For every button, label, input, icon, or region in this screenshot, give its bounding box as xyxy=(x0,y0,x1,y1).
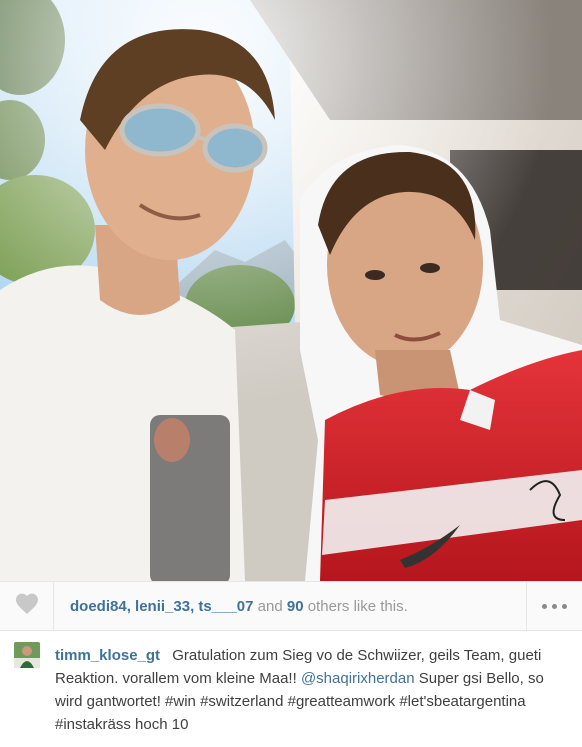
others-text: others like this. xyxy=(307,598,408,615)
liker-link[interactable]: doedi84 xyxy=(70,598,127,615)
liker-link[interactable]: lenii_33 xyxy=(135,598,190,615)
likes-bar: doedi84, lenii_33, ts___07 and 90 others… xyxy=(0,581,582,631)
likes-and-text: and xyxy=(257,598,283,615)
caption-text: timm_klose_gt Gratulation zum Sieg vo de… xyxy=(55,644,565,736)
likes-summary: doedi84, lenii_33, ts___07 and 90 others… xyxy=(70,598,408,615)
post-photo[interactable] xyxy=(0,0,582,581)
more-options-icon xyxy=(562,603,567,609)
avatar[interactable] xyxy=(14,642,40,668)
more-options-icon xyxy=(542,603,547,609)
liker-separator: , xyxy=(126,598,136,615)
heart-icon xyxy=(14,592,40,620)
post-caption: timm_klose_gt Gratulation zum Sieg vo de… xyxy=(0,632,582,747)
more-options-icon xyxy=(552,603,557,609)
more-options-button[interactable] xyxy=(526,582,582,630)
like-button[interactable] xyxy=(0,582,54,630)
liker-link[interactable]: ts___07 xyxy=(198,598,253,615)
others-count[interactable]: 90 xyxy=(287,598,304,615)
author-username[interactable]: timm_klose_gt xyxy=(55,647,160,664)
mention-link[interactable]: @shaqirixherdan xyxy=(301,670,415,687)
